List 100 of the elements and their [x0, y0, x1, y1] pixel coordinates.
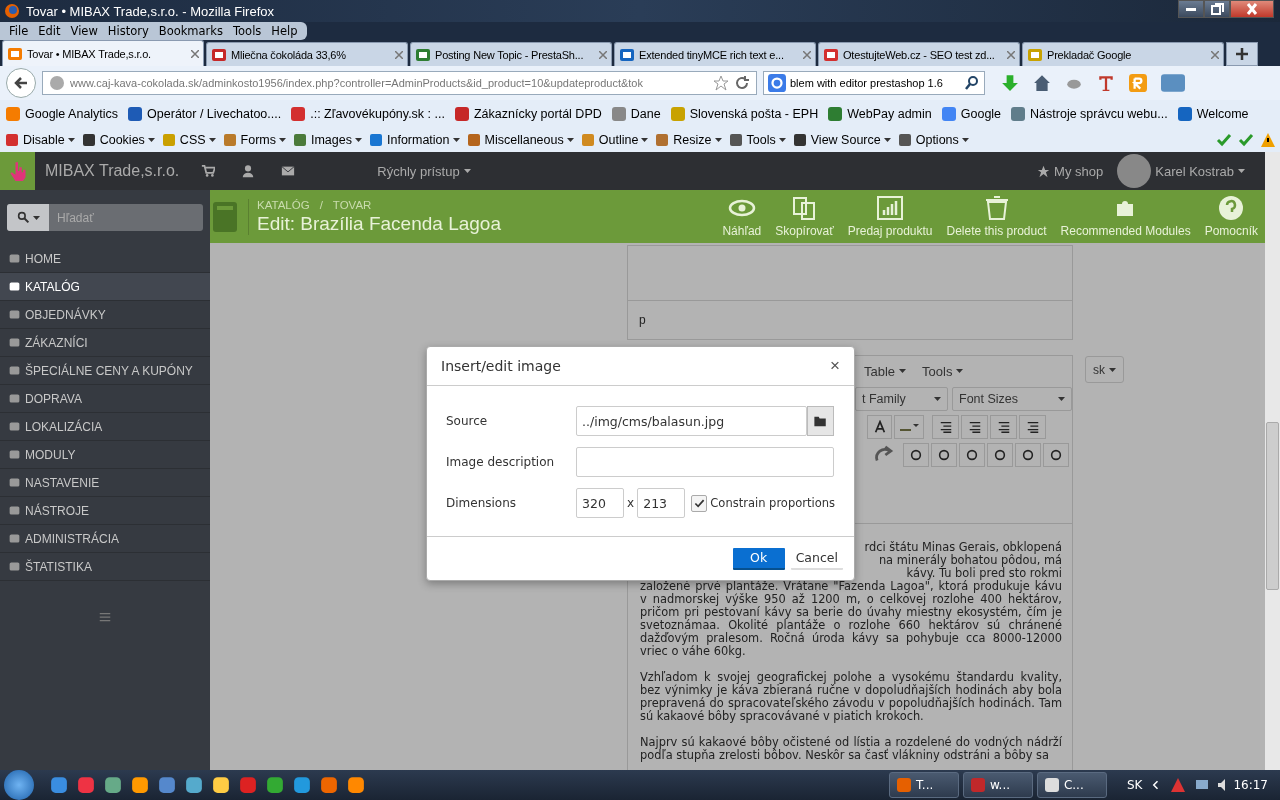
close-button[interactable]: [1230, 0, 1274, 18]
checkbox[interactable]: [691, 494, 708, 512]
ok-button[interactable]: Ok: [732, 547, 785, 570]
toolbar-menu[interactable]: Resize: [654, 131, 722, 148]
menu-item[interactable]: View: [65, 22, 103, 40]
language-dropdown[interactable]: sk: [1085, 356, 1124, 383]
editor-menu[interactable]: Table: [864, 363, 907, 379]
start-button[interactable]: [4, 770, 34, 800]
close-button[interactable]: ×: [830, 356, 840, 376]
toolbar-button[interactable]: [1043, 443, 1069, 467]
browser-tab[interactable]: Extended tinyMCE rich text e...: [614, 42, 816, 66]
menu-item[interactable]: Edit: [33, 22, 66, 40]
restore-button[interactable]: [1204, 0, 1230, 18]
toolbar-menu[interactable]: Images: [292, 131, 362, 148]
sidebar-item[interactable]: MODULY: [0, 441, 210, 469]
toolbar-button[interactable]: [990, 415, 1017, 439]
sidebar-item[interactable]: OBJEDNÁVKY: [0, 301, 210, 329]
toolbar-button[interactable]: [931, 443, 957, 467]
menu-item[interactable]: Bookmarks: [153, 22, 228, 40]
browser-tab[interactable]: Mliečna čokoláda 33,6%: [206, 42, 408, 66]
toolbar-menu[interactable]: View Source: [791, 131, 891, 148]
toolbar-menu[interactable]: Information: [368, 131, 460, 148]
minimize-button[interactable]: [1178, 0, 1204, 18]
sidebar-item[interactable]: DOPRAVA: [0, 385, 210, 413]
browse-button[interactable]: [807, 406, 834, 436]
sidebar-item[interactable]: ADMINISTRÁCIA: [0, 525, 210, 553]
toolbar-menu[interactable]: Forms: [221, 131, 286, 148]
language-indicator[interactable]: SK: [1126, 778, 1143, 792]
shop-name[interactable]: MIBAX Trade,s.r.o.: [45, 162, 180, 180]
toolbar-menu[interactable]: CSS: [160, 131, 216, 148]
bookmark-link[interactable]: .:: Zľavovékupóny.sk : ...: [290, 105, 445, 122]
toolbar-menu[interactable]: Miscellaneous: [465, 131, 574, 148]
browser-tab[interactable]: OtestujteWeb.cz - SEO test zd...: [818, 42, 1020, 66]
search-input[interactable]: Hľadať: [49, 209, 199, 226]
tab-close-icon[interactable]: [599, 50, 607, 59]
toolbar-menu[interactable]: Tools: [727, 131, 786, 148]
toolbar-menu[interactable]: Disable: [4, 131, 75, 148]
bookmark-link[interactable]: WebPay admin: [827, 105, 932, 122]
menu-item[interactable]: Tools: [228, 22, 267, 40]
sidebar-item[interactable]: ZÁKAZNÍCI: [0, 329, 210, 357]
toolbar-menu[interactable]: Cookies: [80, 131, 155, 148]
bookmark-link[interactable]: Google Analytics: [5, 105, 119, 122]
caret-icon: [641, 137, 649, 142]
sidebar-item[interactable]: ŠPECIÁLNE CENY A KUPÓNY: [0, 357, 210, 385]
address-field[interactable]: www.caj-kava-cokolada.sk/adminkosto1956/index.php?controller=AdminProducts&id_product=10&updateproduct&tok: [42, 71, 757, 95]
taskbar-button[interactable]: T...: [888, 772, 959, 798]
download-arrow-icon: [1001, 74, 1019, 92]
search-field[interactable]: Hľadať: [7, 204, 203, 231]
toolbar-button[interactable]: [959, 443, 985, 467]
tab-close-icon[interactable]: [191, 49, 199, 58]
bookmark-link[interactable]: Operátor / Livechatoo....: [127, 105, 282, 122]
bookmark-link[interactable]: Slovenská pošta - EPH: [669, 105, 819, 122]
toolbar-button[interactable]: [987, 443, 1013, 467]
sidebar-item[interactable]: ŠTATISTIKA: [0, 553, 210, 581]
bookmark-link[interactable]: Zákaznícky portál DPD: [453, 105, 602, 122]
tab-close-icon[interactable]: [803, 50, 811, 59]
menu-item[interactable]: History: [102, 22, 154, 40]
background-color-button[interactable]: [894, 415, 924, 439]
menu-item[interactable]: Help: [266, 22, 303, 40]
browser-tab[interactable]: Tovar • MIBAX Trade,s.r.o.: [2, 40, 204, 66]
tab-close-icon[interactable]: [395, 50, 403, 59]
scrollbar-thumb[interactable]: [1266, 422, 1279, 590]
new-tab-button[interactable]: [1226, 42, 1258, 66]
taskbar-button[interactable]: C...: [1036, 772, 1107, 798]
taskbar-button[interactable]: w...: [962, 772, 1033, 798]
my-shop-link[interactable]: My shop: [1037, 163, 1104, 179]
toolbar-menu[interactable]: Outline: [579, 131, 649, 148]
favicon-icon: [1027, 46, 1043, 63]
user-menu[interactable]: Karel Kostrab: [1117, 154, 1245, 188]
back-button[interactable]: [6, 68, 36, 98]
bookmark-link[interactable]: Google: [940, 105, 1002, 122]
description-field[interactable]: [576, 447, 834, 477]
toolbar-button[interactable]: [1019, 415, 1046, 439]
bookmark-link[interactable]: Dane: [610, 105, 661, 122]
browser-tab[interactable]: Posting New Topic - PrestaSh...: [410, 42, 612, 66]
menu-item[interactable]: File: [4, 22, 34, 40]
source-field[interactable]: ../img/cms/balasun.jpg: [576, 406, 807, 436]
font-family-dropdown[interactable]: t Family: [855, 387, 948, 411]
text-color-button[interactable]: [867, 415, 892, 439]
tab-close-icon[interactable]: [1211, 50, 1219, 59]
quick-access-menu[interactable]: Rýchly prístup: [377, 163, 471, 179]
height-field[interactable]: 213: [637, 488, 686, 518]
font-size-dropdown[interactable]: Font Sizes: [952, 387, 1072, 411]
toolbar-button[interactable]: [932, 415, 959, 439]
editor-menu[interactable]: Tools: [922, 363, 964, 379]
toolbar-button[interactable]: [961, 415, 988, 439]
width-field[interactable]: 320: [576, 488, 624, 518]
browser-tab[interactable]: Prekladač Google: [1022, 42, 1224, 66]
tab-close-icon[interactable]: [1007, 50, 1015, 59]
scrollbar[interactable]: [1265, 152, 1280, 770]
bookmark-link[interactable]: Nástroje správcu webu...: [1010, 105, 1168, 122]
sidebar-item[interactable]: LOKALIZÁCIA: [0, 413, 210, 441]
toolbar-menu[interactable]: Options: [896, 131, 969, 148]
bookmark-link[interactable]: Welcome: [1176, 105, 1249, 122]
sidebar-item[interactable]: KATALÓG: [0, 273, 210, 301]
toolbar-button[interactable]: [903, 443, 929, 467]
web-search-field[interactable]: blem with editor prestashop 1.6: [763, 71, 985, 95]
toolbar-button[interactable]: [1015, 443, 1041, 467]
sidebar-item[interactable]: NÁSTROJE: [0, 497, 210, 525]
sidebar-item[interactable]: NASTAVENIE: [0, 469, 210, 497]
